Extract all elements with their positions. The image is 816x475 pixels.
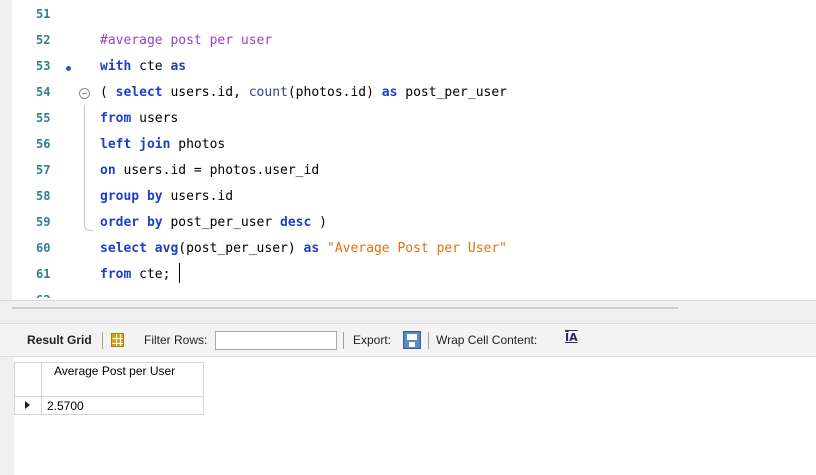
grid-corner-cell[interactable] (14, 362, 42, 397)
line-number: 60 (36, 241, 51, 255)
wrap-cell-content-label: Wrap Cell Content: (436, 333, 538, 347)
code-text[interactable]: group by users.id (100, 189, 233, 204)
code-line[interactable]: 51 (0, 4, 816, 30)
code-token: "Average Post per User" (327, 241, 508, 256)
code-token: as (381, 85, 398, 100)
line-number: 55 (36, 111, 51, 125)
line-number: 57 (36, 163, 51, 177)
code-token: users.id = photos.user_id (115, 163, 320, 178)
code-token: select (100, 241, 147, 256)
sql-editor[interactable]: 51 52 #average post per user 53 with cte as 5… (0, 0, 816, 300)
result-grid[interactable]: Average Post per User 2.5700 (0, 357, 816, 475)
code-token: order by (100, 215, 163, 230)
editor-horizontal-scrollbar[interactable] (12, 307, 678, 309)
code-line[interactable]: 59 order by post_per_user desc ) (0, 212, 816, 238)
code-token: as (303, 241, 320, 256)
code-token: with (100, 59, 132, 74)
line-number: 52 (36, 33, 51, 47)
code-token: from (100, 267, 132, 282)
filter-rows-label: Filter Rows: (144, 333, 208, 347)
code-text[interactable]: ( select users.id, count(photos.id) as p… (100, 85, 507, 100)
result-toolbar: Result Grid Filter Rows: Export: Wrap Ce… (0, 323, 816, 357)
code-text[interactable]: from cte; (100, 267, 170, 282)
grid-left-strip (0, 357, 14, 475)
grid-cell-average-post-per-user[interactable]: 2.5700 (41, 397, 204, 415)
toolbar-separator (428, 332, 429, 349)
line-number: 62 (36, 293, 66, 298)
row-selector-arrow-icon[interactable] (14, 397, 42, 415)
code-line[interactable]: 54 ( select users.id, count(photos.id) as… (0, 82, 816, 108)
code-token: desc (280, 215, 312, 230)
code-line[interactable]: 62 (0, 290, 816, 298)
code-token: avg (154, 241, 179, 256)
code-token: cte (139, 59, 163, 74)
code-token: post_per_user (162, 215, 281, 230)
text-caret (179, 263, 180, 283)
fold-guide-line (84, 105, 85, 222)
line-number: 54 (36, 85, 51, 99)
code-token: ) (311, 215, 327, 230)
code-text[interactable]: with cte as (100, 59, 186, 74)
code-token: select (115, 85, 163, 100)
code-text[interactable]: left join photos (100, 137, 225, 152)
fold-guide-end (84, 222, 93, 231)
code-text[interactable]: order by post_per_user desc ) (100, 215, 327, 230)
code-token: on (100, 163, 116, 178)
code-token: as (170, 59, 187, 74)
code-token: ( (100, 85, 116, 100)
result-grid-icon[interactable] (111, 333, 124, 347)
wrap-cell-content-icon[interactable]: ĪA (565, 331, 578, 344)
code-token: post_per_user (397, 85, 508, 100)
toolbar-separator (343, 332, 344, 349)
line-number: 59 (36, 215, 51, 229)
code-text[interactable]: select avg(post_per_user) as "Average Po… (100, 241, 507, 256)
code-line[interactable]: 60 select avg(post_per_user) as "Average … (0, 238, 816, 264)
fold-toggle-icon[interactable] (79, 88, 90, 99)
code-token: users.id, (162, 85, 249, 100)
code-token: group by (100, 189, 163, 204)
code-text[interactable]: #average post per user (100, 33, 272, 48)
code-token: users (131, 111, 179, 126)
export-icon[interactable] (403, 331, 421, 349)
panel-splitter[interactable] (0, 300, 816, 324)
line-number: 61 (36, 267, 51, 281)
code-line[interactable]: 61 from cte; (0, 264, 816, 290)
code-token: cte; (131, 267, 171, 282)
code-token: #average post per user (100, 33, 273, 48)
export-label: Export: (353, 333, 392, 347)
current-statement-dot-icon (66, 66, 71, 71)
line-number: 53 (36, 59, 51, 73)
code-line[interactable]: 57 on users.id = photos.user_id (0, 160, 816, 186)
code-line[interactable]: 53 with cte as (0, 56, 816, 82)
code-token: from (100, 111, 132, 126)
code-line[interactable]: 55 from users (0, 108, 816, 134)
line-number: 56 (36, 137, 51, 151)
code-token: (post_per_user) (178, 241, 304, 256)
result-grid-tab[interactable]: Result Grid (27, 333, 92, 347)
toolbar-separator (102, 332, 103, 349)
code-text[interactable]: from users (100, 111, 178, 126)
code-text[interactable]: on users.id = photos.user_id (100, 163, 319, 178)
code-token: photos (170, 137, 226, 152)
code-line[interactable]: 58 group by users.id (0, 186, 816, 212)
line-number: 51 (36, 7, 51, 21)
code-token: users.id (162, 189, 234, 204)
column-header-average-post-per-user[interactable]: Average Post per User (41, 362, 204, 397)
code-token: count (248, 85, 288, 100)
code-token: (photos.id) (287, 85, 382, 100)
code-line[interactable]: 52 #average post per user (0, 30, 816, 56)
line-number: 58 (36, 189, 51, 203)
code-line[interactable]: 56 left join photos (0, 134, 816, 160)
filter-rows-input[interactable] (215, 331, 337, 350)
code-token: left join (100, 137, 171, 152)
